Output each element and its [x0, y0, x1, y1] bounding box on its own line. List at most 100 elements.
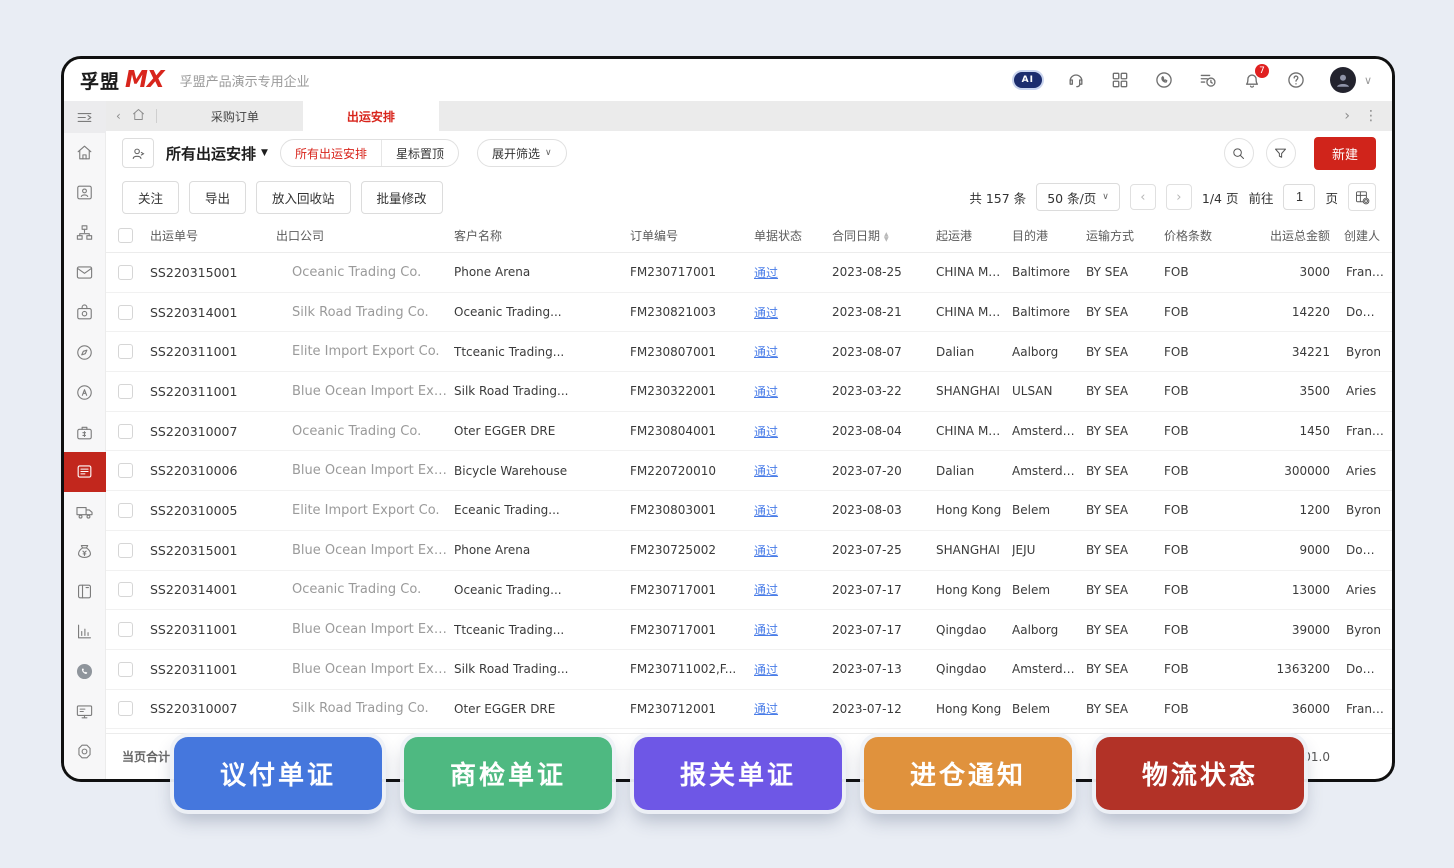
sidebar-item-marketing-icon[interactable] [64, 372, 106, 412]
table-row[interactable]: SS220311001Blue Ocean Import Export Co.S… [106, 372, 1392, 412]
table-row[interactable]: SS220311001Elite Import Export Co.Ttcean… [106, 332, 1392, 372]
row-checkbox[interactable] [118, 543, 133, 558]
quick-filter-group: 所有出运安排 星标置顶 [280, 139, 459, 167]
workflow-button-2[interactable]: 商检单证 [404, 737, 612, 810]
row-checkbox[interactable] [118, 622, 133, 637]
owner-filter-button[interactable] [122, 138, 154, 168]
status-link[interactable]: 通过 [754, 306, 778, 320]
tab-shipping-arrangement[interactable]: 出运安排 [303, 101, 439, 131]
table-row[interactable]: SS220310005Elite Import Export Co.Eceani… [106, 491, 1392, 531]
cell-transport: BY SEA [1086, 424, 1164, 438]
row-checkbox[interactable] [118, 265, 133, 280]
table-row[interactable]: SS220310007Oceanic Trading Co.Oter EGGER… [106, 412, 1392, 452]
prev-page-button[interactable]: ‹ [1130, 184, 1156, 210]
sidebar-item-discover-icon[interactable] [64, 332, 106, 372]
home-tab-icon[interactable] [131, 107, 146, 125]
page-size-select[interactable]: 50 条/页 ∨ [1036, 183, 1120, 211]
status-link[interactable]: 通过 [754, 425, 778, 439]
workflow-button-5[interactable]: 物流状态 [1096, 737, 1304, 810]
status-link[interactable]: 通过 [754, 464, 778, 478]
sidebar-item-finance-case-icon[interactable] [64, 412, 106, 452]
status-link[interactable]: 通过 [754, 504, 778, 518]
sidebar-item-logistics-truck-icon[interactable] [64, 492, 106, 532]
cell-customer: Phone Arena [454, 543, 630, 557]
select-all-checkbox[interactable] [118, 228, 133, 243]
expand-filter-button[interactable]: 展开筛选 ∨ [477, 139, 567, 167]
table-row[interactable]: SS220315001Oceanic Trading Co.Phone Aren… [106, 253, 1392, 293]
status-link[interactable]: 通过 [754, 544, 778, 558]
column-settings-icon[interactable] [1348, 183, 1376, 211]
forward-chevron-icon[interactable]: › [1344, 108, 1350, 124]
export-button[interactable]: 导出 [189, 181, 246, 214]
user-avatar[interactable] [1330, 67, 1356, 93]
cell-id: SS220310007 [150, 701, 276, 716]
table-row[interactable]: SS220310007Silk Road Trading Co.Oter EGG… [106, 690, 1392, 730]
avatar-chevron-icon[interactable]: ∨ [1364, 74, 1372, 87]
batch-edit-button[interactable]: 批量修改 [361, 181, 443, 214]
recycle-bin-button[interactable]: 放入回收站 [256, 181, 351, 214]
sidebar-item-contacts-icon[interactable] [64, 173, 106, 213]
status-link[interactable]: 通过 [754, 583, 778, 597]
headset-support-icon[interactable] [1066, 70, 1086, 90]
row-checkbox[interactable] [118, 384, 133, 399]
status-link[interactable]: 通过 [754, 623, 778, 637]
sidebar-item-settings-icon[interactable] [64, 731, 106, 771]
filter-funnel-icon[interactable] [1266, 138, 1296, 168]
workflow-button-4[interactable]: 进仓通知 [864, 737, 1072, 810]
filter-starred-top[interactable]: 星标置顶 [381, 140, 458, 166]
whatsapp-icon[interactable] [1154, 70, 1174, 90]
sort-icon[interactable]: ▲▼ [884, 232, 889, 242]
task-history-icon[interactable] [1198, 70, 1218, 90]
row-checkbox[interactable] [118, 582, 133, 597]
table-row[interactable]: SS220311001Blue Ocean Import Export Co.T… [106, 610, 1392, 650]
sidebar-collapse-icon[interactable] [64, 101, 106, 133]
table-row[interactable]: SS220310006Blue Ocean Import Export Co.B… [106, 451, 1392, 491]
create-button[interactable]: 新建 [1314, 137, 1376, 170]
search-icon[interactable] [1224, 138, 1254, 168]
row-checkbox[interactable] [118, 503, 133, 518]
row-checkbox[interactable] [118, 662, 133, 677]
table-row[interactable]: SS220314001Silk Road Trading Co.Oceanic … [106, 293, 1392, 333]
sidebar-item-org-icon[interactable] [64, 213, 106, 253]
next-page-button[interactable]: › [1166, 184, 1192, 210]
notification-bell-icon[interactable]: 7 [1242, 70, 1262, 90]
column-header: 订单编号 [630, 227, 754, 244]
sidebar-item-mail-icon[interactable] [64, 253, 106, 293]
column-header[interactable]: 合同日期▲▼ [832, 227, 936, 244]
ai-assistant-icon[interactable]: AI [1014, 72, 1042, 88]
row-checkbox[interactable] [118, 701, 133, 716]
sidebar-item-workstation-icon[interactable] [64, 691, 106, 731]
row-checkbox[interactable] [118, 424, 133, 439]
row-checkbox[interactable] [118, 305, 133, 320]
view-selector[interactable]: 所有出运安排 ▼ [166, 143, 268, 164]
table-row[interactable]: SS220315001Blue Ocean Import Export Co.P… [106, 531, 1392, 571]
topbar: 孚盟 MX 孚盟产品演示专用企业 AI 7 [64, 59, 1392, 101]
status-link[interactable]: 通过 [754, 385, 778, 399]
help-icon[interactable] [1286, 70, 1306, 90]
back-chevron-icon[interactable]: ‹ [116, 109, 121, 123]
status-link[interactable]: 通过 [754, 345, 778, 359]
workflow-button-1[interactable]: 议付单证 [174, 737, 382, 810]
sidebar-item-home-icon[interactable] [64, 133, 106, 173]
follow-button[interactable]: 关注 [122, 181, 179, 214]
sidebar-item-whatsapp-icon[interactable] [64, 651, 106, 691]
sidebar-item-ledger-icon[interactable] [64, 572, 106, 612]
status-link[interactable]: 通过 [754, 266, 778, 280]
filter-all-shipments[interactable]: 所有出运安排 [281, 140, 381, 166]
sidebar-item-funds-icon[interactable] [64, 532, 106, 572]
sidebar-item-reports-icon[interactable] [64, 612, 106, 652]
tab-purchase-orders[interactable]: 采购订单 [167, 101, 303, 131]
row-checkbox[interactable] [118, 463, 133, 478]
kebab-menu-icon[interactable]: ⋮ [1364, 108, 1378, 124]
status-link[interactable]: 通过 [754, 663, 778, 677]
table-row[interactable]: SS220314001Oceanic Trading Co.Oceanic Tr… [106, 571, 1392, 611]
sidebar-item-orders-icon[interactable] [64, 293, 106, 333]
workflow-button-3[interactable]: 报关单证 [634, 737, 842, 810]
apps-grid-icon[interactable] [1110, 70, 1130, 90]
table-row[interactable]: SS220311001Blue Ocean Import Export Co.S… [106, 650, 1392, 690]
row-checkbox[interactable] [118, 344, 133, 359]
sidebar-item-shipping-docs-icon[interactable] [64, 452, 106, 492]
status-link[interactable]: 通过 [754, 702, 778, 716]
goto-page-input[interactable] [1283, 184, 1315, 210]
cell-amount: 14220 [1240, 305, 1344, 319]
